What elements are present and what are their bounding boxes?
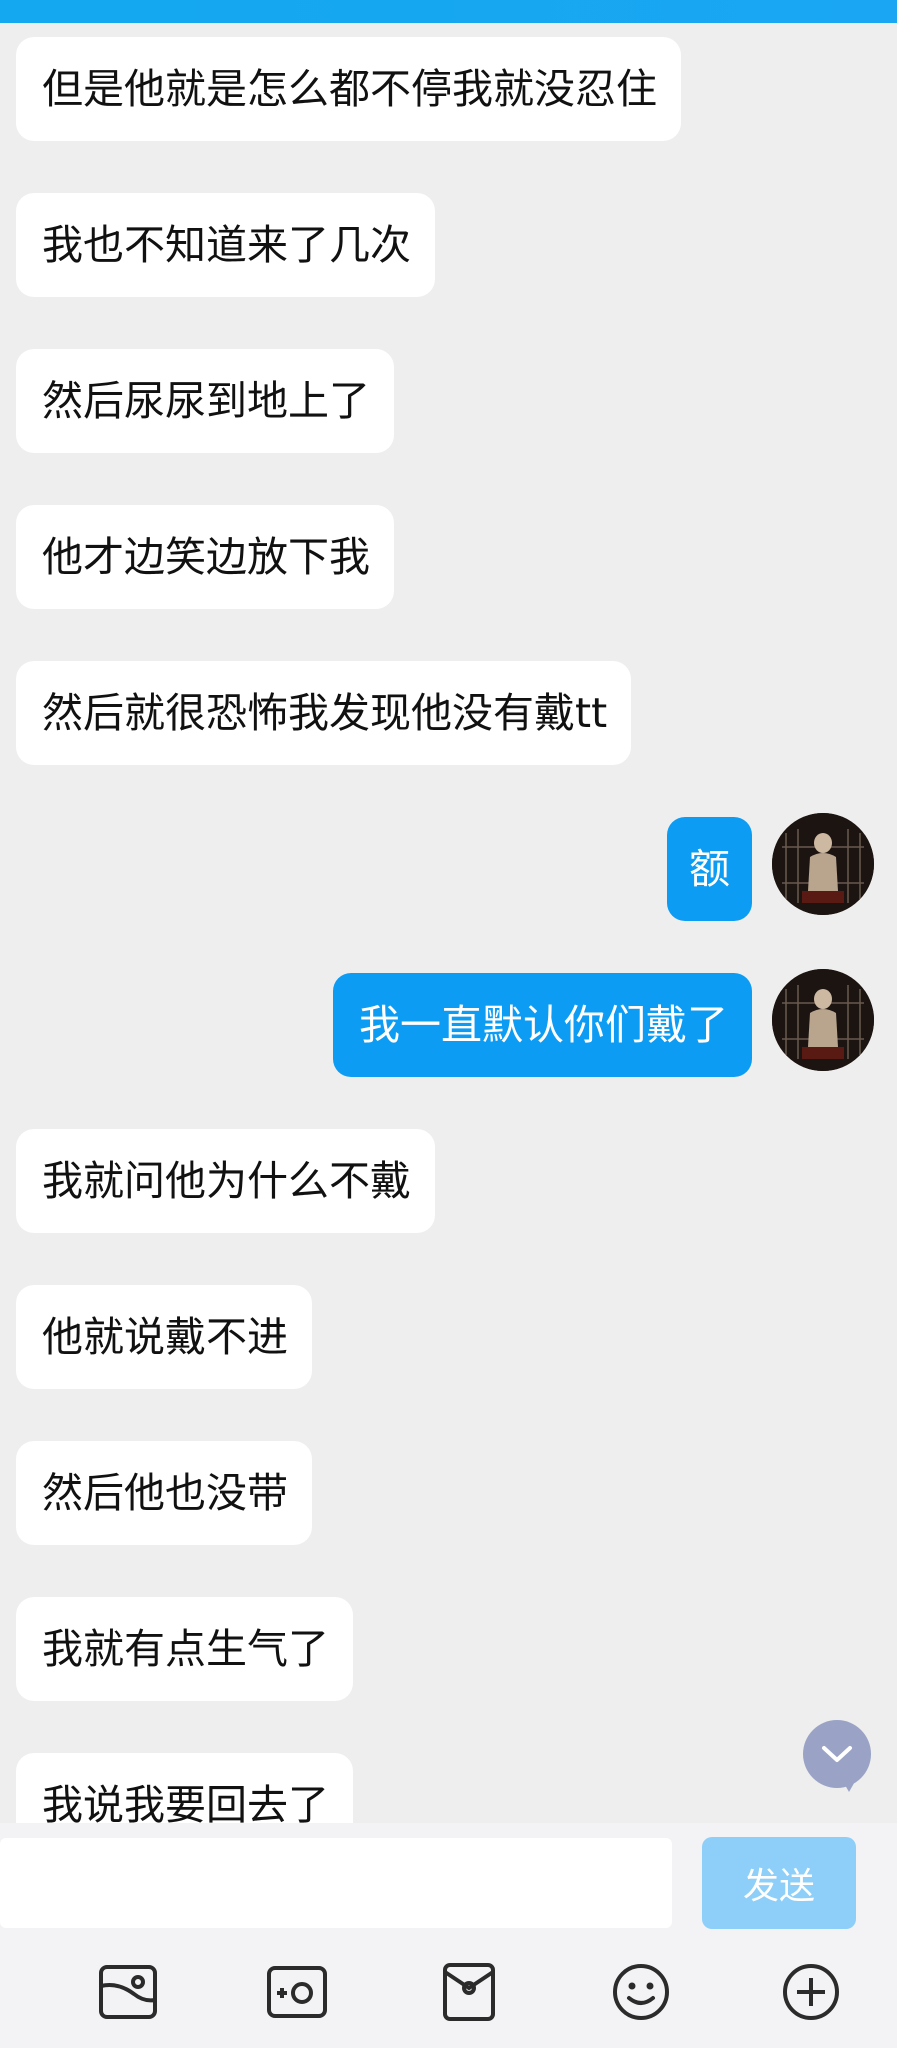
emoji-icon — [613, 1964, 669, 2020]
message-text: 然后就很恐怖我发现他没有戴tt — [42, 689, 608, 737]
message-text: 我也不知道来了几次 — [42, 221, 411, 269]
message-bubble-incoming[interactable]: 但是他就是怎么都不停我就没忍住 — [16, 37, 681, 141]
message-bubble-outgoing[interactable]: 我一直默认你们戴了 — [333, 973, 752, 1077]
camera-button[interactable] — [266, 1961, 328, 2023]
message-input[interactable] — [0, 1838, 672, 1928]
composer: 发送 — [0, 1823, 897, 1933]
avatar-image — [772, 813, 874, 915]
chevron-down-icon — [822, 1746, 852, 1762]
message-text: 他就说戴不进 — [42, 1313, 288, 1361]
avatar[interactable] — [772, 813, 874, 915]
message-bubble-incoming[interactable]: 然后尿尿到地上了 — [16, 349, 394, 453]
avatar[interactable] — [772, 969, 874, 1071]
camera-icon — [267, 1966, 327, 2018]
message-text: 但是他就是怎么都不停我就没忍住 — [42, 65, 657, 113]
message-bubble-outgoing[interactable]: 额 — [667, 817, 752, 921]
message-bubble-incoming[interactable]: 他就说戴不进 — [16, 1285, 312, 1389]
emoji-button[interactable] — [610, 1961, 672, 2023]
sticker-icon — [443, 1963, 495, 2021]
avatar-image — [772, 969, 874, 1071]
message-text: 然后尿尿到地上了 — [42, 377, 370, 425]
status-bar-strip — [0, 0, 897, 23]
message-text: 我就问他为什么不戴 — [42, 1157, 411, 1205]
message-bubble-incoming[interactable]: 我就问他为什么不戴 — [16, 1129, 435, 1233]
message-bubble-incoming[interactable]: 我就有点生气了 — [16, 1597, 353, 1701]
message-text: 我一直默认你们戴了 — [359, 1001, 728, 1049]
message-text: 额 — [689, 845, 730, 893]
message-bubble-incoming[interactable]: 我说我要回去了 — [16, 1753, 353, 1823]
message-text: 我就有点生气了 — [42, 1625, 329, 1673]
message-bubble-incoming[interactable]: 然后他也没带 — [16, 1441, 312, 1545]
composer-toolbar — [0, 1933, 897, 2048]
message-text: 他才边笑边放下我 — [42, 533, 370, 581]
more-button[interactable] — [780, 1961, 842, 2023]
scroll-to-bottom-button[interactable] — [803, 1720, 871, 1792]
message-text: 然后他也没带 — [42, 1469, 288, 1517]
plus-icon — [783, 1964, 839, 2020]
message-text: 我说我要回去了 — [42, 1781, 329, 1823]
message-bubble-incoming[interactable]: 他才边笑边放下我 — [16, 505, 394, 609]
sticker-button[interactable] — [438, 1961, 500, 2023]
message-bubble-incoming[interactable]: 然后就很恐怖我发现他没有戴tt — [16, 661, 632, 765]
image-button[interactable] — [97, 1961, 159, 2023]
image-icon — [99, 1965, 157, 2019]
message-list[interactable]: 但是他就是怎么都不停我就没忍住 我也不知道来了几次 然后尿尿到地上了 他才边笑边… — [0, 23, 897, 1823]
message-bubble-incoming[interactable]: 我也不知道来了几次 — [16, 193, 435, 297]
send-button[interactable]: 发送 — [702, 1837, 856, 1929]
